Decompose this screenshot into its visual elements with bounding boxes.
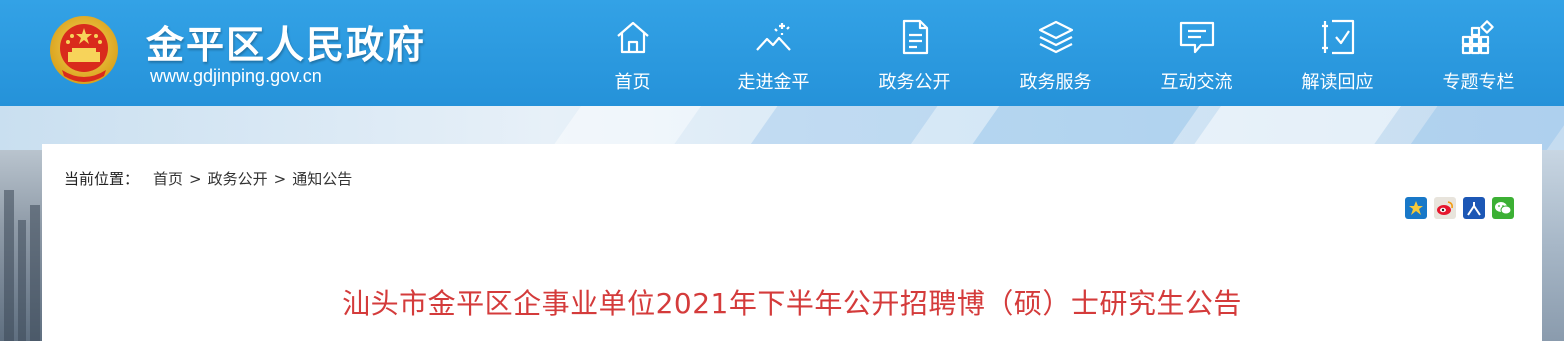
nav-label: 解读回应 [1301,72,1374,93]
city-skyline-image [0,150,42,341]
city-skyline-image [1542,150,1564,341]
sparkle-mountain-icon [755,23,791,51]
site-url[interactable]: www.gdjinping.gov.cn [150,66,322,87]
nav-item-topics[interactable]: 专题专栏 [1408,0,1549,106]
breadcrumb-link-home[interactable]: 首页 [153,168,183,189]
nav-item-about[interactable]: 走进金平 [703,0,844,106]
nav-label: 走进金平 [737,72,810,93]
nav-item-gov-service[interactable]: 政务服务 [985,0,1126,106]
nav-label: 首页 [614,72,651,93]
grid-icon [1461,20,1494,55]
nav-label: 专题专栏 [1442,72,1515,93]
breadcrumb: 当前位置： 首页 > 政务公开 > 通知公告 [64,168,352,189]
national-emblem-icon[interactable] [48,12,120,88]
nav-item-gov-affairs[interactable]: 政务公开 [844,0,985,106]
nav-item-home[interactable]: 首页 [562,0,703,106]
people-icon[interactable] [1463,197,1485,219]
article-title: 汕头市金平区企事业单位2021年下半年公开招聘博（硕）士研究生公告 [342,287,1242,320]
layers-icon [1038,20,1073,54]
nav-label: 互动交流 [1160,72,1233,93]
qzone-icon[interactable] [1405,197,1427,219]
main-nav: 首页 走进金平 政务公开 政务服务 互动交流 解读回应 专题专栏 [562,0,1549,106]
nav-item-interpretation[interactable]: 解读回应 [1267,0,1408,106]
site-header: 金平区人民政府 www.gdjinping.gov.cn 首页 走进金平 政务公… [0,0,1564,106]
nav-item-interaction[interactable]: 互动交流 [1126,0,1267,106]
nav-label: 政务公开 [878,72,951,93]
message-icon [1179,21,1214,54]
weibo-icon[interactable] [1434,197,1456,219]
share-bar [1405,197,1514,219]
breadcrumb-link-notices[interactable]: 通知公告 [292,168,352,189]
nav-label: 政务服务 [1019,72,1092,93]
breadcrumb-label: 当前位置： [64,170,140,188]
breadcrumb-separator: > [273,169,287,188]
breadcrumb-link-gov-affairs[interactable]: 政务公开 [208,168,268,189]
breadcrumb-separator: > [189,169,202,188]
content-panel: 当前位置： 首页 > 政务公开 > 通知公告 汕头市金平区企事业单位2021年下… [42,144,1542,341]
site-title[interactable]: 金平区人民政府 [146,14,426,69]
checklist-icon [1321,19,1354,55]
document-icon [902,19,928,55]
home-icon [616,21,649,54]
wechat-icon[interactable] [1492,197,1514,219]
